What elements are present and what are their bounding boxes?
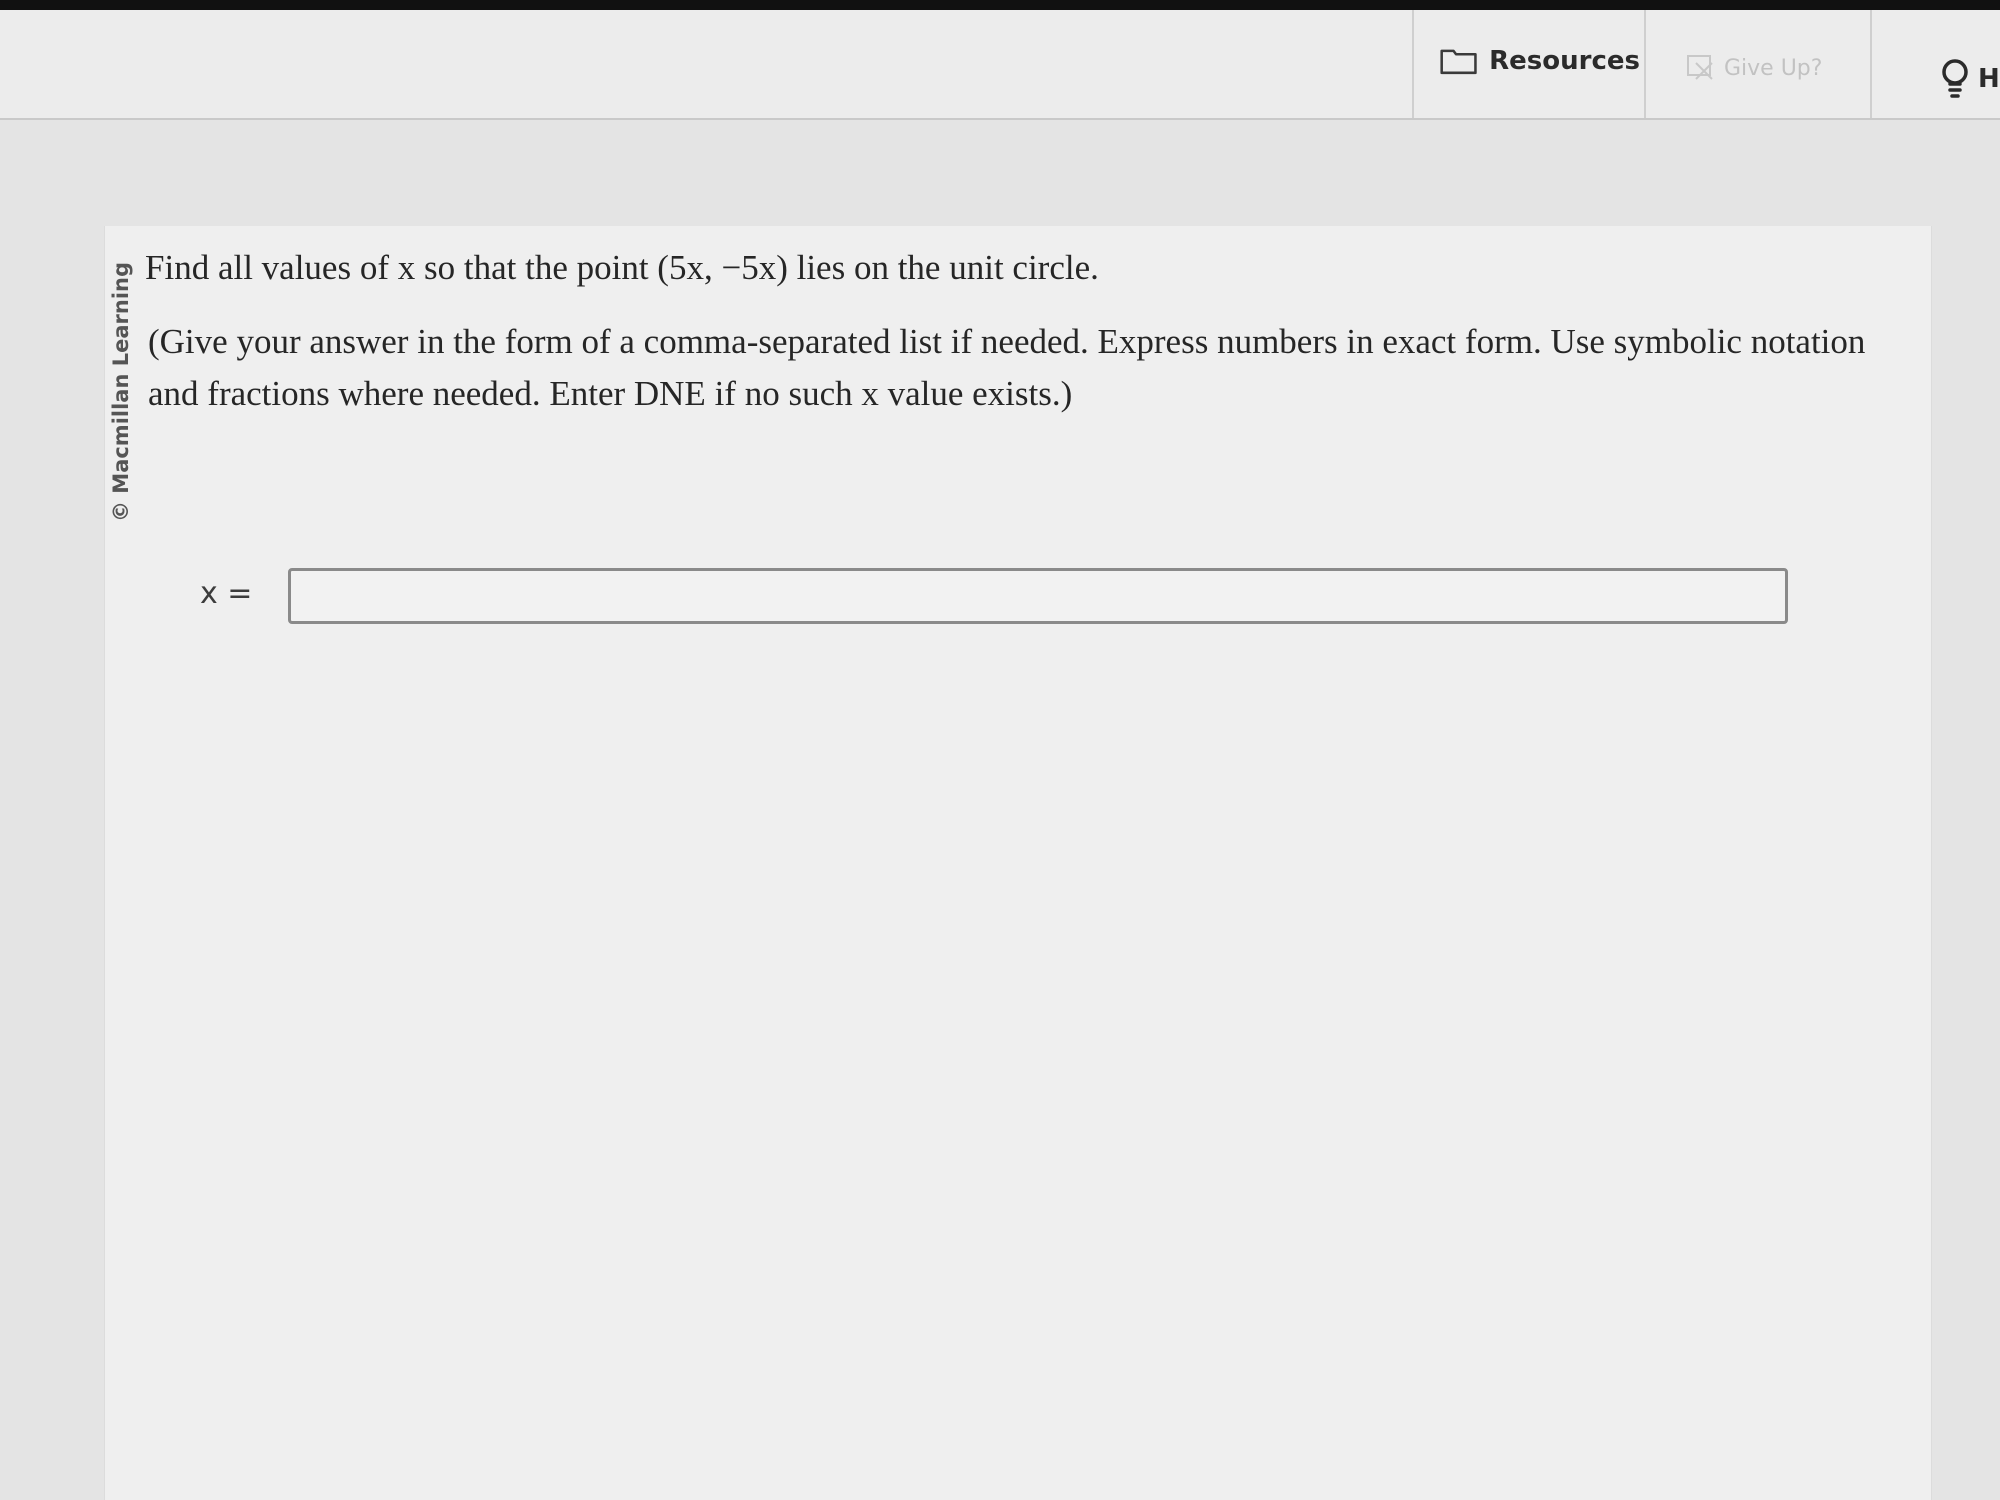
answer-label: x = (200, 576, 253, 611)
toolbar-divider (1644, 10, 1646, 118)
toolbar-divider (1870, 10, 1872, 118)
window-top-strip (0, 0, 2000, 10)
resources-label: Resources (1489, 46, 1640, 76)
give-up-label: Give Up? (1724, 55, 1823, 81)
resources-button[interactable]: Resources (1440, 34, 1640, 88)
top-toolbar: Resources Give Up? H (0, 10, 2000, 120)
copyright-notice: © Macmillan Learning (109, 261, 133, 523)
give-up-icon (1687, 55, 1713, 80)
lightbulb-icon (1942, 59, 1968, 98)
toolbar-divider (1412, 10, 1414, 118)
folder-icon (1440, 49, 1477, 75)
answer-instructions: (Give your answer in the form of a comma… (148, 322, 1866, 413)
answer-input[interactable] (288, 568, 1788, 624)
question-prompt: Find all values of x so that the point (… (145, 248, 1099, 287)
give-up-button[interactable]: Give Up? (1684, 46, 1854, 90)
hint-label: H (1978, 64, 2000, 94)
hint-button[interactable]: H (1940, 54, 2000, 104)
